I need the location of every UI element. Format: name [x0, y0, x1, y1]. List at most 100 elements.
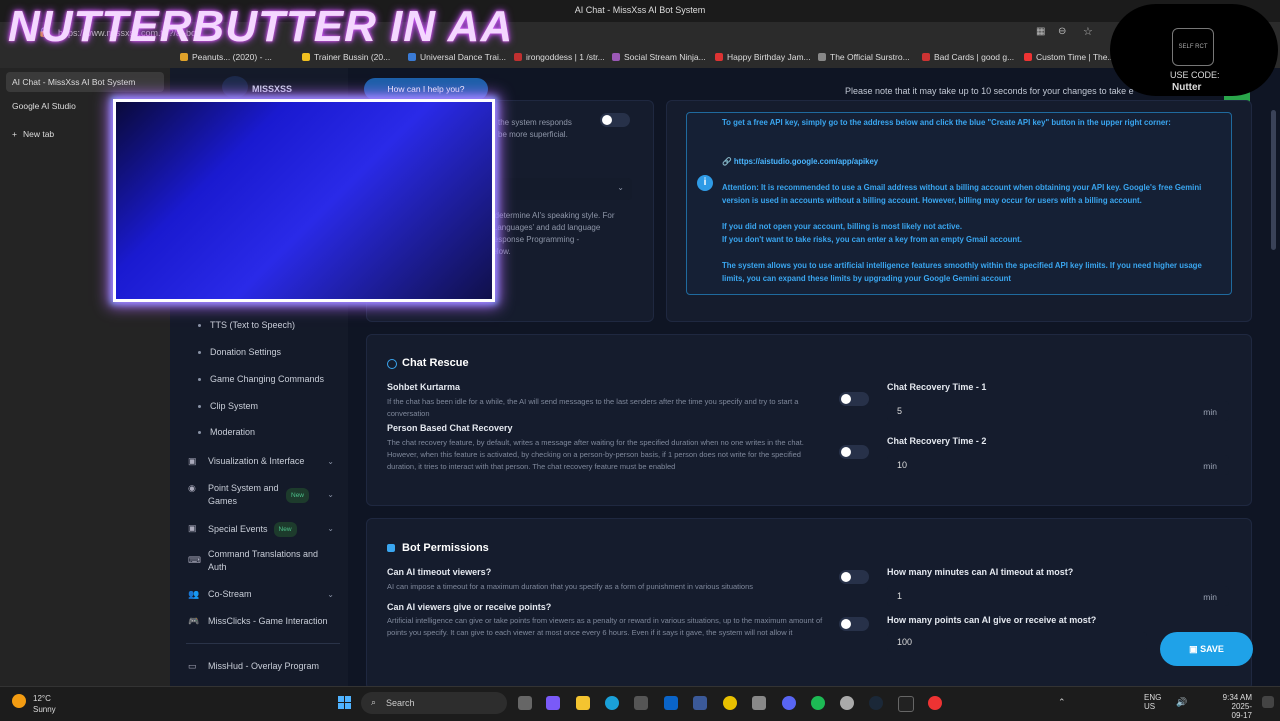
language-indicator[interactable]: ENG US: [1144, 693, 1161, 711]
favorite-link[interactable]: Happy Birthday Jam...: [715, 52, 811, 62]
favorite-link[interactable]: Bad Cards | good g...: [922, 52, 1014, 62]
maps-icon[interactable]: [928, 696, 942, 710]
sidebar-divider: [186, 643, 340, 644]
sidebar-item-moderation[interactable]: Moderation: [197, 427, 255, 437]
recovery-time-1-input[interactable]: 5 min: [887, 401, 1229, 421]
weather-desc[interactable]: Sunny: [33, 705, 56, 714]
recovery-time-2-label: Chat Recovery Time - 2: [887, 436, 987, 446]
favorite-link[interactable]: Peanuts... (2020) - ...: [180, 52, 272, 62]
steam-icon[interactable]: [869, 696, 883, 710]
language-select[interactable]: ⌄: [490, 178, 632, 200]
favorite-link[interactable]: Custom Time | The...: [1024, 52, 1115, 62]
sponsor-badge: SELF RCT USE CODE: Nutter: [1110, 4, 1278, 96]
coins-icon: ◉: [188, 483, 196, 493]
bot-permissions-title: Bot Permissions: [402, 542, 489, 554]
spotify-icon[interactable]: [811, 696, 825, 710]
file-explorer-icon[interactable]: [576, 696, 590, 710]
calendar-icon: ▣: [188, 523, 197, 533]
favorite-link[interactable]: Universal Dance Trai...: [408, 52, 506, 62]
favorite-label: Social Stream Ninja...: [624, 52, 706, 62]
favorite-icon: [408, 53, 416, 61]
favorite-icon: [818, 53, 826, 61]
person-recovery-toggle[interactable]: [839, 445, 869, 459]
save-button[interactable]: ▣ SAVE: [1160, 632, 1253, 666]
favorite-icon: [612, 53, 620, 61]
clock[interactable]: 9:34 AM 2025-09-17: [1220, 693, 1252, 720]
favorite-label: irongoddess | 1 /str...: [526, 52, 605, 62]
rescue-icon: [387, 359, 397, 369]
favorite-label: Universal Dance Trai...: [420, 52, 506, 62]
favorite-label: Trainer Bussin (20...: [314, 52, 391, 62]
users-icon: 👥: [188, 589, 200, 599]
app-icon[interactable]: [693, 696, 707, 710]
info-paragraph-3: If you did not open your account, billin…: [722, 222, 962, 231]
help-pill-button[interactable]: How can I help you?: [364, 78, 488, 100]
notification-icon[interactable]: [1262, 696, 1274, 708]
person-chat-recovery-desc: The chat recovery feature, by default, w…: [387, 438, 804, 471]
brand-logo: [222, 76, 248, 98]
timeout-toggle[interactable]: [839, 570, 869, 584]
edge-icon[interactable]: [605, 696, 619, 710]
chat-rescue-title: Chat Rescue: [402, 357, 469, 369]
taskbar-search[interactable]: ⌕ Search: [361, 692, 507, 714]
favorite-link[interactable]: Social Stream Ninja...: [612, 52, 706, 62]
favorite-label: Custom Time | The...: [1036, 52, 1115, 62]
chat-rescue-toggle[interactable]: [839, 392, 869, 406]
settings-icon[interactable]: [840, 696, 854, 710]
favorite-icon: [715, 53, 723, 61]
store-icon[interactable]: [634, 696, 648, 710]
sidebar-item-game-commands[interactable]: Game Changing Commands: [197, 374, 324, 384]
points-max-label: How many points can AI give or receive a…: [887, 615, 1097, 625]
sidebar-item-donation[interactable]: Donation Settings: [197, 347, 281, 357]
new-badge: New: [273, 522, 297, 537]
person-chat-recovery-label: Person Based Chat Recovery: [387, 423, 513, 433]
info-paragraph-1: To get a free API key, simply go to the …: [722, 118, 1171, 127]
api-key-link[interactable]: 🔗 https://aistudio.google.com/app/apikey: [722, 155, 878, 168]
timeout-desc: AI can impose a timeout for a maximum du…: [387, 582, 754, 591]
points-max-input[interactable]: 100: [887, 632, 1147, 652]
response-toggle[interactable]: [600, 113, 630, 127]
discord-icon[interactable]: [782, 696, 796, 710]
epic-games-icon[interactable]: [898, 696, 914, 712]
sohbet-kurtarma-desc: If the chat has been idle for a while, t…: [387, 397, 799, 418]
windows-start-icon[interactable]: [338, 696, 352, 710]
favorite-label: Peanuts... (2020) - ...: [192, 52, 272, 62]
keyboard-icon: ⌨: [188, 555, 201, 565]
favorite-label: Happy Birthday Jam...: [727, 52, 811, 62]
app-icon-yellow[interactable]: [723, 696, 737, 710]
favorite-link[interactable]: irongoddess | 1 /str...: [514, 52, 605, 62]
reader-icon[interactable]: ▦: [1036, 26, 1045, 37]
sidebar-item-clip[interactable]: Clip System: [197, 401, 258, 411]
copilot-icon[interactable]: [546, 696, 560, 710]
chevron-down-icon: ⌄: [327, 524, 334, 533]
permissions-icon: [387, 544, 395, 552]
tab-ai-chat[interactable]: AI Chat - MissXss AI Bot System: [6, 72, 164, 92]
volume-icon[interactable]: 🔊: [1176, 697, 1187, 708]
notice-text: Please note that it may take up to 10 se…: [845, 86, 1134, 96]
webcam-overlay: [113, 99, 495, 302]
favorite-label: Bad Cards | good g...: [934, 52, 1015, 62]
timeout-max-input[interactable]: 1 min: [887, 586, 1229, 606]
partial-text-2: be more superficial.: [498, 130, 568, 139]
favorite-icon: [922, 53, 930, 61]
favorite-star-icon[interactable]: ☆: [1083, 25, 1093, 38]
recovery-time-2-input[interactable]: 10 min: [887, 455, 1229, 475]
recovery-time-1-label: Chat Recovery Time - 1: [887, 382, 987, 392]
app-icon-gray[interactable]: [752, 696, 766, 710]
page-scrollbar[interactable]: [1271, 110, 1276, 250]
sidebar-item-tts[interactable]: TTS (Text to Speech): [197, 320, 295, 330]
save-icon: ▣: [1189, 644, 1201, 654]
favorite-icon: [1024, 53, 1032, 61]
tray-expand-icon[interactable]: ⌃: [1058, 697, 1066, 708]
chevron-down-icon: ⌄: [327, 590, 334, 599]
badge-code: Nutter: [1172, 82, 1202, 93]
weather-temp[interactable]: 12°C: [33, 694, 51, 703]
outlook-icon[interactable]: [664, 696, 678, 710]
points-toggle[interactable]: [839, 617, 869, 631]
favorite-link[interactable]: Trainer Bussin (20...: [302, 52, 390, 62]
monitor-icon: ▭: [188, 661, 197, 671]
more-icon[interactable]: ⊖: [1058, 26, 1066, 37]
sohbet-kurtarma-label: Sohbet Kurtarma: [387, 382, 461, 392]
favorite-link[interactable]: The Official Surstro...: [818, 52, 910, 62]
task-view-icon[interactable]: [518, 696, 532, 710]
